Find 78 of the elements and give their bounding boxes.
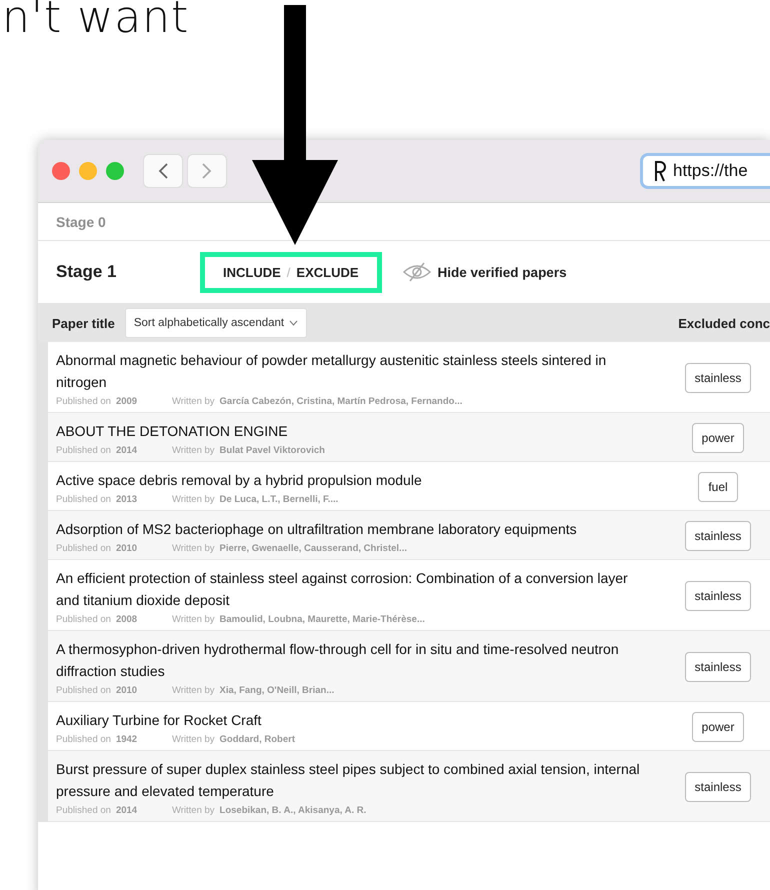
year-text: 2013: [116, 494, 138, 505]
close-button[interactable]: [52, 162, 70, 180]
hidden-eye-icon: [402, 261, 432, 283]
zoom-button[interactable]: [106, 162, 124, 180]
concept-tag[interactable]: stainless: [684, 521, 752, 551]
authors-text: De Luca, L.T., Bernelli, F....: [220, 494, 338, 505]
forward-button[interactable]: [187, 154, 227, 188]
paper-row[interactable]: [48, 751, 770, 822]
written-label: Written by: [172, 396, 215, 407]
paper-title: Active space debris removal by a hybrid propulsion module: [56, 471, 423, 490]
written-label: Written by: [172, 685, 215, 696]
paper-title: An efficient protection of stainless steel against corrosion: Combination of a conversion layer and titanium dioxide deposit: [56, 569, 629, 610]
written-label: Written by: [172, 543, 215, 554]
paper-row[interactable]: A thermosyphon-driven hydrothermal flow-through cell for in situ and time-resolved neutron diffraction studies Published on 2010 Written by Xia, Fang, O'Neill, Brian... stainless: [48, 631, 770, 702]
minimize-button[interactable]: [79, 162, 97, 180]
written-label: Written by: [172, 734, 215, 745]
authors-text: Bulat Pavel Viktorovich: [220, 445, 325, 456]
chevron-right-icon: [201, 162, 213, 180]
published-label: Published on: [56, 805, 111, 816]
paper-title: A thermosyphon-driven hydrothermal flow-through cell for in situ and time-resolved neutron diffraction studies: [56, 640, 620, 681]
written-label: Written by: [172, 494, 215, 505]
published-label: Published on: [56, 734, 111, 745]
concept-tag[interactable]: power: [692, 712, 744, 742]
written-label: Written by: [172, 445, 215, 456]
site-logo-icon: [653, 160, 667, 182]
published-label: Published on: [56, 396, 111, 407]
hide-verified-button[interactable]: Hide verified papers: [396, 260, 573, 284]
concept-tag[interactable]: power: [692, 423, 744, 453]
published-label: Published on: [56, 543, 111, 554]
stage-label[interactable]: Stage 1: [56, 262, 200, 282]
concept-tag[interactable]: stainless: [684, 363, 752, 393]
paper-row[interactable]: [48, 560, 770, 631]
written-label: Written by: [172, 805, 215, 816]
paper-title: ABOUT THE DETONATION ENGINE: [56, 422, 289, 441]
year-text: 2014: [116, 445, 138, 456]
authors-text: Xia, Fang, O'Neill, Brian...: [220, 685, 334, 696]
year-text: 1942: [116, 734, 138, 745]
column-header: Paper title: [52, 316, 115, 330]
sort-dropdown[interactable]: Sort alphabetically ascendant: [124, 308, 308, 338]
authors-text: Bamoulid, Loubna, Maurette, Marie-Thérèse...: [220, 614, 425, 625]
back-button[interactable]: [143, 154, 183, 188]
paper-row[interactable]: ABOUT THE DETONATION ENGINE Published on 2014 Written by Bulat Pavel Viktorovich power: [48, 413, 770, 462]
include-exclude-toggle[interactable]: INCLUDE / EXCLUDE: [200, 252, 382, 292]
url-text: https://the: [673, 161, 748, 181]
address-field[interactable]: https://the: [640, 153, 770, 189]
paper-row[interactable]: Abnormal magnetic behaviour of powder metallurgy austenitic stainless steels sintered in nitrogen Published on 2009 Written by García Cabezón, Cristina, Martín Pedrosa, Fernando... stainless: [48, 342, 770, 413]
concept-tag[interactable]: stainless: [684, 581, 752, 611]
authors-text: García Cabezón, Cristina, Martín Pedrosa, Fernando...: [220, 396, 462, 407]
year-text: 2010: [116, 685, 138, 696]
paper-title: Adsorption of MS2 bacteriophage on ultrafiltration membrane laboratory equipments: [56, 520, 578, 539]
year-text: 2008: [116, 614, 138, 625]
chevron-left-icon: [157, 162, 169, 180]
year-text: 2010: [116, 543, 138, 554]
concept-tag[interactable]: stainless: [684, 652, 752, 682]
caret-icon: [289, 320, 298, 326]
concept-tag[interactable]: fuel: [698, 472, 738, 502]
published-label: Published on: [56, 614, 111, 625]
written-label: Written by: [172, 614, 215, 625]
separator: /: [286, 264, 290, 280]
authors-text: Pierre, Gwenaelle, Causserand, Christel...: [220, 543, 407, 554]
paper-title: Abnormal magnetic behaviour of powder metallurgy austenitic stainless steels sintered in nitrogen: [56, 351, 608, 392]
exclude-option[interactable]: EXCLUDE: [296, 264, 359, 280]
slide-heading: n't want: [2, 0, 190, 40]
paper-row[interactable]: Adsorption of MS2 bacteriophage on ultrafiltration membrane laboratory equipments Published on 2010 Written by Pierre, Gwenaelle, Causserand, Christel... stainless: [48, 511, 770, 560]
paper-title: Auxiliary Turbine for Rocket Craft: [56, 711, 262, 730]
paper-row[interactable]: Active space debris removal by a hybrid propulsion module Published on 2013 Written by De Luca, L.T., Bernelli, F.... fuel: [48, 462, 770, 511]
year-text: 2014: [116, 805, 138, 816]
published-label: Published on: [56, 445, 111, 456]
paper-title: Burst pressure of super duplex stainless steel pipes subject to combined axial tension, internal pressure and elevated temperature: [56, 760, 641, 801]
authors-text: Goddard, Robert: [220, 734, 296, 745]
include-option[interactable]: INCLUDE: [223, 264, 281, 280]
column-header: Excluded conc: [678, 316, 770, 330]
published-label: Published on: [56, 494, 111, 505]
paper-row[interactable]: Auxiliary Turbine for Rocket Craft Published on 1942 Written by Goddard, Robert power: [48, 702, 770, 751]
authors-text: Losebikan, B. A., Akisanya, A. R.: [220, 805, 366, 816]
published-label: Published on: [56, 685, 111, 696]
concept-tag[interactable]: stainless: [684, 772, 752, 802]
year-text: 2009: [116, 396, 138, 407]
